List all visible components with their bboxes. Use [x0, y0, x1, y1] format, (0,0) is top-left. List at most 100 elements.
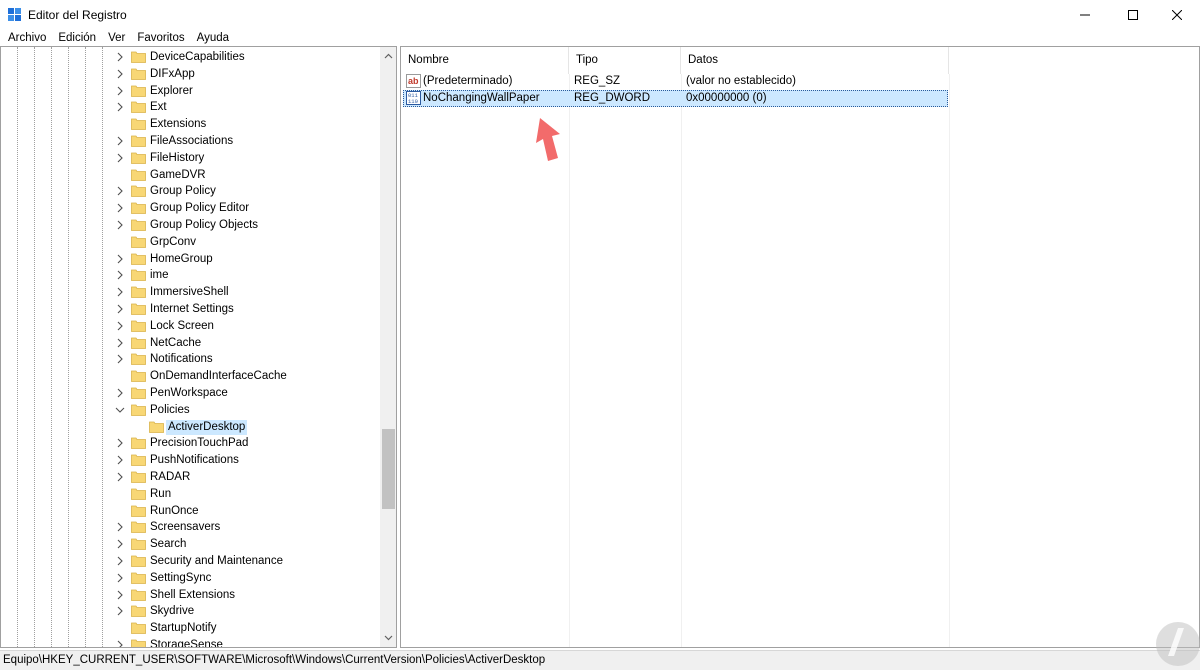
tree-item[interactable]: OnDemandInterfaceCache: [1, 368, 380, 385]
chevron-right-icon[interactable]: [115, 572, 125, 584]
chevron-right-icon[interactable]: [115, 101, 125, 113]
title-bar: Editor del Registro: [0, 0, 1200, 30]
tree-item[interactable]: Group Policy: [1, 183, 380, 200]
chevron-right-icon[interactable]: [115, 219, 125, 231]
chevron-right-icon[interactable]: [115, 68, 125, 80]
minimize-button[interactable]: [1062, 0, 1108, 30]
menu-edicion[interactable]: Edición: [52, 30, 102, 46]
chevron-right-icon[interactable]: [115, 337, 125, 349]
tree-item[interactable]: NetCache: [1, 335, 380, 352]
maximize-button[interactable]: [1110, 0, 1156, 30]
regedit-icon: [8, 8, 22, 22]
tree-item[interactable]: SettingSync: [1, 570, 380, 587]
scroll-down-icon[interactable]: [384, 633, 393, 642]
menu-favoritos[interactable]: Favoritos: [131, 30, 190, 46]
tree-item-selected[interactable]: ActiverDesktop: [1, 419, 380, 436]
annotation-arrow-icon: [536, 118, 560, 161]
chevron-right-icon[interactable]: [115, 85, 125, 97]
tree-item[interactable]: Ext: [1, 99, 380, 116]
chevron-right-icon[interactable]: [115, 555, 125, 567]
folder-icon: [131, 387, 146, 399]
close-icon: [1172, 10, 1182, 20]
chevron-right-icon[interactable]: [115, 135, 125, 147]
tree-item[interactable]: Screensavers: [1, 519, 380, 536]
column-header-data[interactable]: Datos: [681, 47, 949, 74]
chevron-right-icon[interactable]: [115, 538, 125, 550]
tree-item[interactable]: Internet Settings: [1, 301, 380, 318]
chevron-right-icon[interactable]: [115, 269, 125, 281]
chevron-right-icon[interactable]: [115, 320, 125, 332]
value-row[interactable]: ab (Predeterminado) REG_SZ (valor no est…: [403, 73, 948, 90]
tree-item[interactable]: PrecisionTouchPad: [1, 435, 380, 452]
tree-item[interactable]: PushNotifications: [1, 452, 380, 469]
tree-item-label: Skydrive: [150, 605, 195, 618]
chevron-right-icon[interactable]: [115, 152, 125, 164]
window-title: Editor del Registro: [28, 8, 127, 22]
value-row-selected[interactable]: 011 110 NoChangingWallPaper REG_DWORD 0x…: [403, 90, 948, 107]
menu-archivo[interactable]: Archivo: [2, 30, 52, 46]
value-list-pane[interactable]: Nombre Tipo Datos ab (Predeterminado) RE…: [400, 46, 1200, 648]
tree-item[interactable]: Group Policy Objects: [1, 217, 380, 234]
tree-item-label: Run: [150, 487, 172, 500]
folder-icon: [131, 404, 146, 416]
chevron-right-icon[interactable]: [115, 521, 125, 533]
tree-item[interactable]: Lock Screen: [1, 318, 380, 335]
tree-item[interactable]: RunOnce: [1, 503, 380, 520]
tree-item[interactable]: Extensions: [1, 116, 380, 133]
tree-item[interactable]: Search: [1, 536, 380, 553]
tree-item[interactable]: Policies: [1, 402, 380, 419]
tree-item[interactable]: DeviceCapabilities: [1, 49, 380, 66]
tree-item[interactable]: FileAssociations: [1, 133, 380, 150]
tree-scroll-thumb[interactable]: [382, 429, 395, 509]
chevron-right-icon[interactable]: [115, 589, 125, 601]
tree-item[interactable]: StartupNotify: [1, 620, 380, 637]
key-tree-pane[interactable]: DeviceCapabilities DIFxApp Explorer Ext Exte…: [0, 46, 397, 648]
chevron-right-icon[interactable]: [115, 51, 125, 63]
tree-item[interactable]: ImmersiveShell: [1, 284, 380, 301]
scroll-up-icon[interactable]: [384, 52, 393, 61]
tree-item[interactable]: Security and Maintenance: [1, 553, 380, 570]
tree-item[interactable]: GameDVR: [1, 167, 380, 184]
chevron-right-icon[interactable]: [115, 353, 125, 365]
chevron-right-icon[interactable]: [115, 471, 125, 483]
tree-scrollbar[interactable]: [380, 47, 396, 647]
folder-icon: [131, 51, 146, 63]
chevron-right-icon[interactable]: [115, 605, 125, 617]
column-header-name[interactable]: Nombre: [401, 47, 569, 74]
chevron-down-icon[interactable]: [115, 404, 125, 416]
tree-item[interactable]: RADAR: [1, 469, 380, 486]
folder-icon: [131, 185, 146, 198]
chevron-right-icon[interactable]: [115, 387, 125, 399]
chevron-right-icon[interactable]: [115, 253, 125, 265]
tree-item-label: DIFxApp: [150, 67, 195, 80]
tree-item[interactable]: StorageSense: [1, 637, 380, 648]
tree-item[interactable]: Explorer: [1, 83, 380, 100]
tree-item[interactable]: Group Policy Editor: [1, 200, 380, 217]
column-header-type[interactable]: Tipo: [569, 47, 681, 74]
chevron-right-icon[interactable]: [115, 286, 125, 298]
tree-item[interactable]: Run: [1, 486, 380, 503]
tree-item-label: ImmersiveShell: [150, 286, 229, 299]
tree-item[interactable]: DIFxApp: [1, 66, 380, 83]
folder-icon: [131, 639, 146, 647]
chevron-right-icon[interactable]: [115, 437, 125, 449]
tree-item[interactable]: FileHistory: [1, 150, 380, 167]
tree-item[interactable]: GrpConv: [1, 234, 380, 251]
tree-item[interactable]: ime: [1, 267, 380, 284]
folder-icon: [131, 572, 146, 584]
menu-ayuda[interactable]: Ayuda: [191, 30, 235, 46]
chevron-right-icon[interactable]: [115, 639, 125, 648]
chevron-right-icon[interactable]: [115, 303, 125, 315]
tree-item[interactable]: Shell Extensions: [1, 587, 380, 604]
tree-item[interactable]: Notifications: [1, 351, 380, 368]
tree-item[interactable]: HomeGroup: [1, 251, 380, 268]
close-button[interactable]: [1154, 0, 1200, 30]
chevron-right-icon[interactable]: [115, 185, 125, 197]
tree-item[interactable]: PenWorkspace: [1, 385, 380, 402]
folder-icon: [131, 589, 146, 601]
menu-ver[interactable]: Ver: [102, 30, 131, 46]
chevron-right-icon[interactable]: [115, 202, 125, 214]
chevron-right-icon[interactable]: [115, 454, 125, 466]
tree-item-label: PenWorkspace: [150, 387, 228, 399]
tree-item[interactable]: Skydrive: [1, 603, 380, 620]
